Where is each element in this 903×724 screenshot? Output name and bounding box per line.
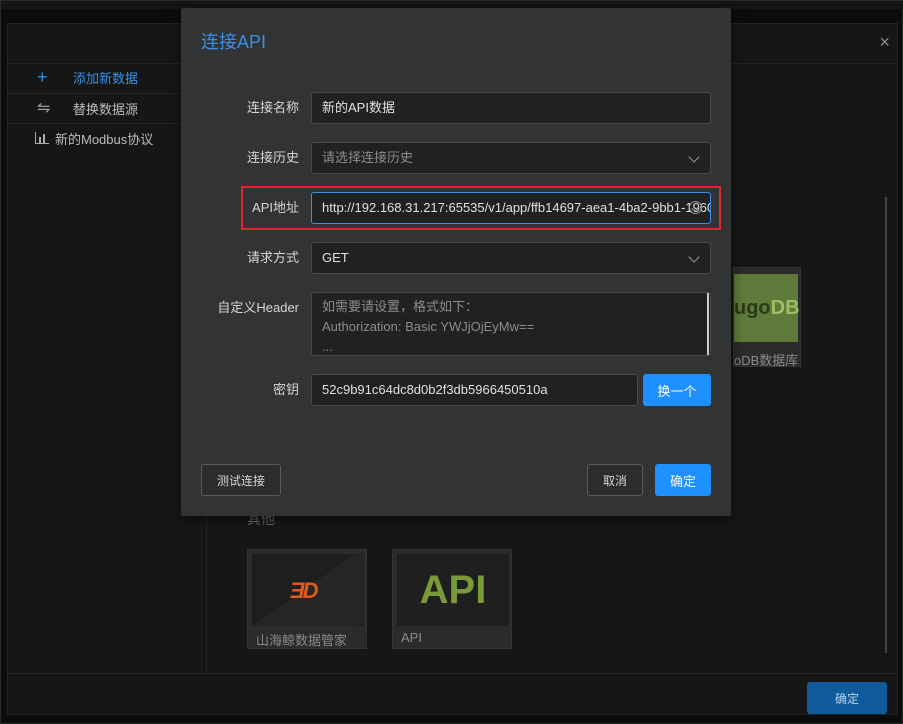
mongodb-logo: ugo DB: [734, 274, 800, 342]
row-custom-header: 自定义Header 如需要请设置，格式如下： Authorization: Ba…: [181, 292, 731, 356]
request-method-select[interactable]: GET: [311, 242, 711, 274]
custom-header-textarea[interactable]: 如需要请设置，格式如下： Authorization: Basic YWJjOj…: [311, 292, 711, 356]
field-label: 连接名称: [246, 100, 299, 115]
scrollbar[interactable]: [885, 197, 887, 653]
secret-input[interactable]: 52c9b91c64dc8d0b2f3db5966450510a: [311, 374, 638, 406]
field-label: API地址: [252, 200, 299, 215]
close-icon[interactable]: ×: [879, 33, 890, 51]
mongodb-logo-text: ugo: [734, 296, 771, 319]
sidebar-item-add-data[interactable]: + 添加新数据: [7, 63, 206, 91]
sidebar-item-modbus[interactable]: 新的Modbus协议: [7, 124, 206, 152]
shanhai-logo-mark: ƎD: [290, 578, 319, 603]
shanhai-logo: ƎD: [252, 554, 364, 626]
textarea-scrollbar[interactable]: [707, 293, 709, 355]
plus-icon: +: [37, 66, 48, 87]
test-connection-button[interactable]: 测试连接: [201, 464, 281, 496]
select-placeholder: 请选择连接历史: [322, 150, 414, 165]
ok-button[interactable]: 确定: [655, 464, 711, 496]
api-logo: API: [397, 554, 509, 626]
connect-api-modal: 连接API 连接名称 新的API数据 连接历史 请选择连接历史 API地址 ht…: [181, 8, 731, 516]
placeholder-line: 如需要请设置，格式如下：: [322, 299, 479, 314]
card-caption: API: [401, 630, 422, 645]
api-url-input[interactable]: http://192.168.31.217:65535/v1/app/ffb14…: [311, 192, 711, 224]
data-source-card-api[interactable]: API API: [392, 549, 512, 649]
data-source-card-mongodb[interactable]: ugo DB oDB数据库: [733, 267, 801, 368]
background-confirm-button[interactable]: 确定: [807, 682, 887, 714]
cancel-button[interactable]: 取消: [587, 464, 643, 496]
connection-history-select[interactable]: 请选择连接历史: [311, 142, 711, 174]
select-value: GET: [322, 250, 349, 265]
sidebar-item-label: 添加新数据: [73, 70, 139, 86]
sidebar: [7, 63, 207, 673]
row-connection-history: 连接历史 请选择连接历史: [181, 142, 731, 174]
field-label: 连接历史: [246, 150, 299, 165]
data-source-card-shanhai[interactable]: ƎD 山海鲸数据管家: [247, 549, 367, 649]
regenerate-secret-button[interactable]: 换一个: [643, 374, 711, 406]
connection-name-input[interactable]: 新的API数据: [311, 92, 711, 124]
row-secret: 密钥 52c9b91c64dc8d0b2f3db5966450510a 换一个: [181, 374, 731, 406]
sidebar-item-swap-source[interactable]: ⇋ 替换数据源: [7, 94, 206, 122]
field-label: 自定义Header: [217, 300, 299, 315]
row-connection-name: 连接名称 新的API数据: [181, 92, 731, 124]
check-circle-icon: [689, 201, 702, 214]
field-label: 请求方式: [246, 250, 299, 265]
placeholder-line: ...: [322, 339, 333, 354]
card-caption: 山海鲸数据管家: [256, 633, 348, 648]
sidebar-item-label: 替换数据源: [73, 101, 139, 117]
card-caption: oDB数据库: [734, 353, 799, 368]
api-url-value: http://192.168.31.217:65535/v1/app/ffb14…: [322, 200, 711, 215]
field-label: 密钥: [272, 382, 299, 397]
modal-title: 连接API: [201, 32, 267, 52]
chevron-down-icon: [688, 251, 700, 263]
footer-divider: [7, 673, 898, 674]
row-request-method: 请求方式 GET: [181, 242, 731, 274]
swap-icon: ⇋: [37, 100, 51, 117]
placeholder-line: Authorization: Basic YWJjOjEyMw==: [322, 319, 535, 334]
sidebar-item-label: 新的Modbus协议: [55, 131, 154, 147]
chevron-down-icon: [688, 151, 700, 163]
row-api-url: API地址 http://192.168.31.217:65535/v1/app…: [181, 192, 731, 224]
mongodb-logo-db: DB: [770, 296, 800, 319]
bar-chart-icon: [35, 132, 49, 144]
